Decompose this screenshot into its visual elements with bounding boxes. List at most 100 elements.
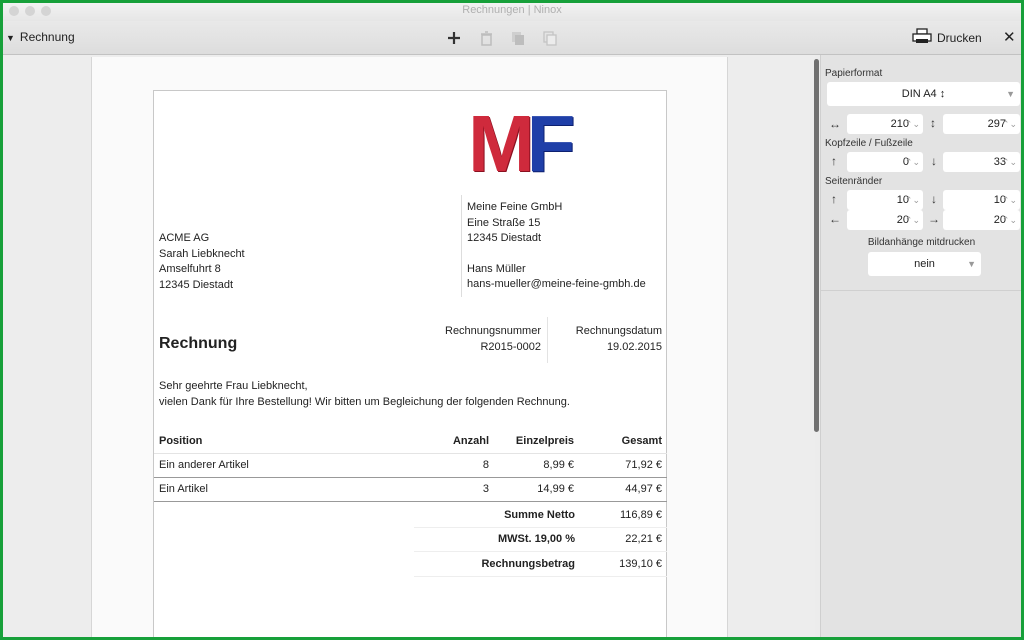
plus-icon[interactable] — [443, 27, 465, 49]
paper-format-value: DIN A4 ↕ — [901, 88, 946, 100]
table-header-row: Position Anzahl Einzelpreis Gesamt — [154, 429, 667, 454]
table-cell: 8 — [334, 453, 494, 478]
copy-icon[interactable] — [507, 27, 529, 49]
duplicate-icon[interactable] — [539, 27, 561, 49]
total-row: Rechnungsbetrag 139,10 € — [414, 552, 667, 577]
invoice-title: Rechnung — [159, 335, 238, 352]
sender-street: Eine Straße 15 — [467, 216, 541, 229]
table-row: Ein anderer Artikel 8 8,99 € 71,92 € — [154, 453, 667, 478]
chevron-down-icon: ▼ — [967, 259, 976, 269]
arrow-up-icon: ↑ — [831, 192, 837, 206]
recipient-line: ACME AG — [159, 232, 210, 244]
stepper-icon[interactable]: ⌃⌄ — [1002, 190, 1017, 210]
line-items-table: Position Anzahl Einzelpreis Gesamt Ein a… — [154, 429, 667, 502]
record-actions — [443, 27, 561, 49]
total-value: 139,10 € — [619, 557, 662, 570]
total-value: 116,89 € — [619, 508, 662, 521]
stepper-icon[interactable]: ⌃⌄ — [1002, 152, 1017, 172]
stepper-icon[interactable]: ⌃⌄ — [905, 114, 920, 134]
arrow-down-icon: ↓ — [931, 192, 937, 206]
page-sheet: MF ACME AG Sarah Liebknecht Amselfuhrt 8… — [91, 57, 728, 637]
recipient-line: Amselfuhrt 8 — [159, 263, 221, 275]
disclosure-triangle-icon: ▼ — [6, 33, 15, 43]
chevron-down-icon: ▼ — [1006, 89, 1015, 99]
stepper-icon[interactable]: ⌃⌄ — [905, 152, 920, 172]
app-window: Rechnungen | Ninox ▼ Rechnung Drucken ✕ … — [3, 3, 1021, 637]
paper-width-field[interactable]: 210 ⌃⌄ — [847, 114, 923, 134]
printer-icon — [912, 28, 932, 47]
header-footer-label: Kopfzeile / Fußzeile — [825, 138, 913, 149]
invoice-number: R2015-0002 — [480, 341, 541, 353]
recipient-line: Sarah Liebknecht — [159, 247, 245, 260]
margin-bottom-field[interactable]: 10 ⌃⌄ — [943, 190, 1020, 210]
height-arrows-icon: ↕ — [930, 116, 936, 130]
table-cell: 44,97 € — [579, 477, 667, 502]
close-window-dot[interactable] — [9, 6, 19, 16]
table-cell: 8,99 € — [494, 453, 579, 478]
total-row: Summe Netto 116,89 € — [414, 503, 667, 528]
sender-contact: Hans Müller — [467, 262, 526, 275]
table-cell: 3 — [334, 477, 494, 502]
print-label: Drucken — [937, 30, 982, 45]
arrow-right-icon: → — [928, 212, 940, 226]
total-value: 22,21 € — [625, 533, 662, 546]
total-row: MWSt. 19,00 % 22,21 € — [414, 528, 667, 552]
paper-height-field[interactable]: 297 ⌃⌄ — [943, 114, 1020, 134]
recipient-line: 12345 Diestadt — [159, 278, 233, 291]
sender-city: 12345 Diestadt — [467, 232, 541, 244]
margins-label: Seitenränder — [825, 176, 883, 187]
stepper-icon[interactable]: ⌃⌄ — [1002, 210, 1017, 230]
invoice-number-label: Rechnungsnummer — [445, 325, 541, 337]
footer-height-field[interactable]: 33 ⌃⌄ — [943, 152, 1020, 172]
sender-company: Meine Feine GmbH — [467, 201, 563, 213]
margin-top-field[interactable]: 10 ⌃⌄ — [847, 190, 923, 210]
arrow-down-icon: ↓ — [931, 154, 937, 168]
margin-right-field[interactable]: 20 ⌃⌄ — [943, 210, 1020, 230]
paper-format-select[interactable]: DIN A4 ↕ ▼ — [827, 82, 1020, 106]
panel-divider — [821, 290, 1021, 291]
greeting: Sehr geehrte Frau Liebknecht, — [159, 380, 308, 392]
trash-icon[interactable] — [475, 27, 497, 49]
stepper-icon[interactable]: ⌃⌄ — [905, 190, 920, 210]
toolbar: ▼ Rechnung Drucken ✕ — [3, 21, 1021, 55]
invoice-date-label: Rechnungsdatum — [575, 325, 662, 337]
print-settings-panel: Papierformat DIN A4 ↕ ▼ ↔ 210 ⌃⌄ ↕ 297 ⌃⌄ … — [820, 55, 1021, 637]
stepper-icon[interactable]: ⌃⌄ — [905, 210, 920, 230]
total-label: Rechnungsbetrag — [481, 557, 575, 570]
table-cell: Ein anderer Artikel — [154, 453, 334, 478]
table-cell: 71,92 € — [579, 453, 667, 478]
arrow-up-icon: ↑ — [831, 154, 837, 168]
view-selector[interactable]: ▼ Rechnung — [6, 30, 75, 44]
vertical-scrollbar[interactable] — [814, 59, 819, 432]
header-height-field[interactable]: 0 ⌃⌄ — [847, 152, 923, 172]
close-icon[interactable]: ✕ — [1003, 28, 1016, 46]
attachments-value: nein — [914, 258, 935, 270]
totals-block: Summe Netto 116,89 € MWSt. 19,00 % 22,21… — [414, 503, 667, 577]
sender-email: hans-mueller@meine-feine-gmbh.de — [467, 278, 646, 290]
invoice-date: 19.02.2015 — [606, 341, 662, 353]
table-cell: 14,99 € — [494, 477, 579, 502]
column-header: Einzelpreis — [494, 429, 579, 454]
print-button[interactable]: Drucken — [912, 28, 982, 47]
letter-text: Sehr geehrte Frau Liebknecht, vielen Dan… — [159, 379, 570, 410]
zoom-window-dot[interactable] — [41, 6, 51, 16]
view-label: Rechnung — [19, 30, 75, 44]
attachments-select[interactable]: nein ▼ — [868, 252, 981, 276]
title-bar: Rechnungen | Ninox — [3, 3, 1021, 21]
message: vielen Dank für Ihre Bestellung! Wir bit… — [159, 395, 570, 408]
table-row: Ein Artikel 3 14,99 € 44,97 € — [154, 477, 667, 502]
width-arrows-icon: ↔ — [829, 117, 841, 131]
total-label: MWSt. 19,00 % — [497, 533, 575, 546]
minimize-window-dot[interactable] — [25, 6, 35, 16]
column-header: Gesamt — [579, 429, 667, 454]
company-logo: MF — [468, 99, 575, 188]
invoice-document: MF ACME AG Sarah Liebknecht Amselfuhrt 8… — [153, 90, 667, 637]
sender-address: Meine Feine GmbH Eine Straße 15 12345 Di… — [467, 200, 646, 293]
attachments-label: Bildanhänge mitdrucken — [867, 237, 976, 248]
margin-left-field[interactable]: 20 ⌃⌄ — [847, 210, 923, 230]
print-preview-area[interactable]: MF ACME AG Sarah Liebknecht Amselfuhrt 8… — [3, 55, 815, 637]
recipient-address: ACME AG Sarah Liebknecht Amselfuhrt 8 12… — [159, 231, 245, 293]
paper-format-label: Papierformat — [825, 68, 883, 79]
arrow-left-icon: ← — [829, 212, 841, 226]
stepper-icon[interactable]: ⌃⌄ — [1002, 114, 1017, 134]
